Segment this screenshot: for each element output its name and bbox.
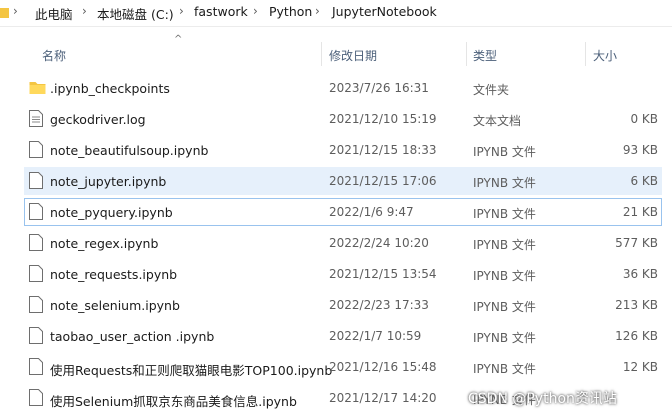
file-name: note_jupyter.ipynb (50, 174, 167, 189)
column-header-size[interactable]: 大小 (593, 47, 617, 64)
file-row[interactable]: note_requests.ipynb 2021/12/15 13:54 IPY… (24, 260, 662, 288)
breadcrumb-python[interactable]: Python (269, 4, 312, 19)
file-date: 2022/2/23 17:33 (329, 298, 429, 312)
folder-icon (29, 82, 46, 94)
file-icon (29, 389, 43, 406)
file-size: 36 KB (622, 267, 658, 281)
chevron-right-icon[interactable]: › (82, 4, 87, 18)
file-name: 使用Selenium抓取京东商品美食信息.ipynb (50, 394, 297, 409)
column-divider[interactable] (585, 42, 586, 66)
file-name: note_selenium.ipynb (50, 298, 180, 313)
column-divider[interactable] (321, 42, 322, 66)
file-type: IPYNB 文件 (473, 238, 536, 252)
file-date: 2021/12/16 15:48 (329, 360, 437, 374)
column-header-row: ^ 名称 修改日期 类型 大小 (0, 34, 672, 70)
column-divider[interactable] (466, 42, 467, 66)
file-size: 12 KB (622, 360, 658, 374)
file-type: 文本文档 (473, 114, 522, 128)
file-row[interactable]: .ipynb_checkpoints 2023/7/26 16:31 文件夹 (24, 74, 662, 102)
chevron-right-icon[interactable]: › (179, 4, 184, 18)
file-date: 2021/12/10 15:19 (329, 112, 437, 126)
file-name: 使用Requests和正则爬取猫眼电影TOP100.ipynb (50, 363, 333, 378)
file-type: IPYNB 文件 (473, 331, 536, 345)
file-row[interactable]: note_jupyter.ipynb 2021/12/15 17:06 IPYN… (24, 167, 662, 195)
chevron-right-icon[interactable]: › (13, 4, 18, 18)
file-icon (29, 141, 43, 158)
file-row[interactable]: note_selenium.ipynb 2022/2/23 17:33 IPYN… (24, 291, 662, 319)
file-type: IPYNB 文件 (473, 207, 536, 221)
file-name: note_regex.ipynb (50, 236, 159, 251)
file-size: 126 KB (615, 329, 658, 343)
file-date: 2021/12/15 13:54 (329, 267, 437, 281)
file-icon (29, 172, 43, 189)
chevron-right-icon[interactable]: › (315, 4, 320, 18)
address-bar[interactable]: › 此电脑 › 本地磁盘 (C:) › fastwork › Python › … (0, 0, 672, 27)
text-file-icon (29, 110, 43, 127)
file-row[interactable]: taobao_user_action .ipynb 2022/1/7 10:59… (24, 322, 662, 350)
file-size: 577 KB (615, 236, 658, 250)
file-size: 21 KB (622, 205, 658, 219)
breadcrumb-drive-c[interactable]: 本地磁盘 (C:) (97, 4, 174, 23)
file-name: note_pyquery.ipynb (50, 205, 173, 220)
file-size: 6 KB (630, 174, 658, 188)
column-header-name[interactable]: 名称 (42, 47, 66, 64)
column-header-type[interactable]: 类型 (473, 47, 497, 64)
file-icon (29, 203, 43, 220)
file-type: IPYNB 文件 (473, 145, 536, 159)
breadcrumb-jupyternotebook[interactable]: JupyterNotebook (332, 4, 437, 19)
file-row[interactable]: note_pyquery.ipynb 2022/1/6 9:47 IPYNB 文… (24, 198, 662, 226)
file-date: 2021/12/15 18:33 (329, 143, 437, 157)
file-row[interactable]: note_beautifulsoup.ipynb 2021/12/15 18:3… (24, 136, 662, 164)
watermark: CSDN @Python资讯站 (468, 391, 617, 407)
file-icon (29, 296, 43, 313)
file-row[interactable]: geckodriver.log 2021/12/10 15:19 文本文档 0 … (24, 105, 662, 133)
file-name: note_requests.ipynb (50, 267, 178, 282)
file-date: 2021/12/17 14:20 (329, 391, 437, 405)
file-date: 2022/1/7 10:59 (329, 329, 422, 343)
file-type: IPYNB 文件 (473, 362, 536, 376)
file-icon (29, 327, 43, 344)
file-name: geckodriver.log (50, 112, 146, 127)
file-name: taobao_user_action .ipynb (50, 329, 215, 344)
chevron-right-icon[interactable]: › (253, 4, 258, 18)
file-size: 0 KB (630, 112, 658, 126)
file-date: 2022/1/6 9:47 (329, 205, 414, 219)
folder-icon (0, 8, 9, 18)
file-icon (29, 265, 43, 282)
breadcrumb-fastwork[interactable]: fastwork (194, 4, 248, 19)
file-size: 213 KB (615, 298, 658, 312)
file-name: note_beautifulsoup.ipynb (50, 143, 209, 158)
file-type: IPYNB 文件 (473, 269, 536, 283)
file-type: IPYNB 文件 (473, 176, 536, 190)
file-type: 文件夹 (473, 83, 510, 97)
file-row[interactable]: 使用Requests和正则爬取猫眼电影TOP100.ipynb 2021/12/… (24, 353, 662, 381)
file-icon (29, 234, 43, 251)
sort-ascending-icon[interactable]: ^ (174, 34, 182, 45)
column-header-date[interactable]: 修改日期 (329, 47, 377, 64)
file-type: IPYNB 文件 (473, 300, 536, 314)
file-date: 2023/7/26 16:31 (329, 81, 429, 95)
file-date: 2021/12/15 17:06 (329, 174, 437, 188)
file-date: 2022/2/24 10:20 (329, 236, 429, 250)
breadcrumb-this-pc[interactable]: 此电脑 (35, 4, 73, 23)
file-row[interactable]: note_regex.ipynb 2022/2/24 10:20 IPYNB 文… (24, 229, 662, 257)
file-size: 93 KB (622, 143, 658, 157)
file-name: .ipynb_checkpoints (50, 81, 170, 96)
file-icon (29, 358, 43, 375)
